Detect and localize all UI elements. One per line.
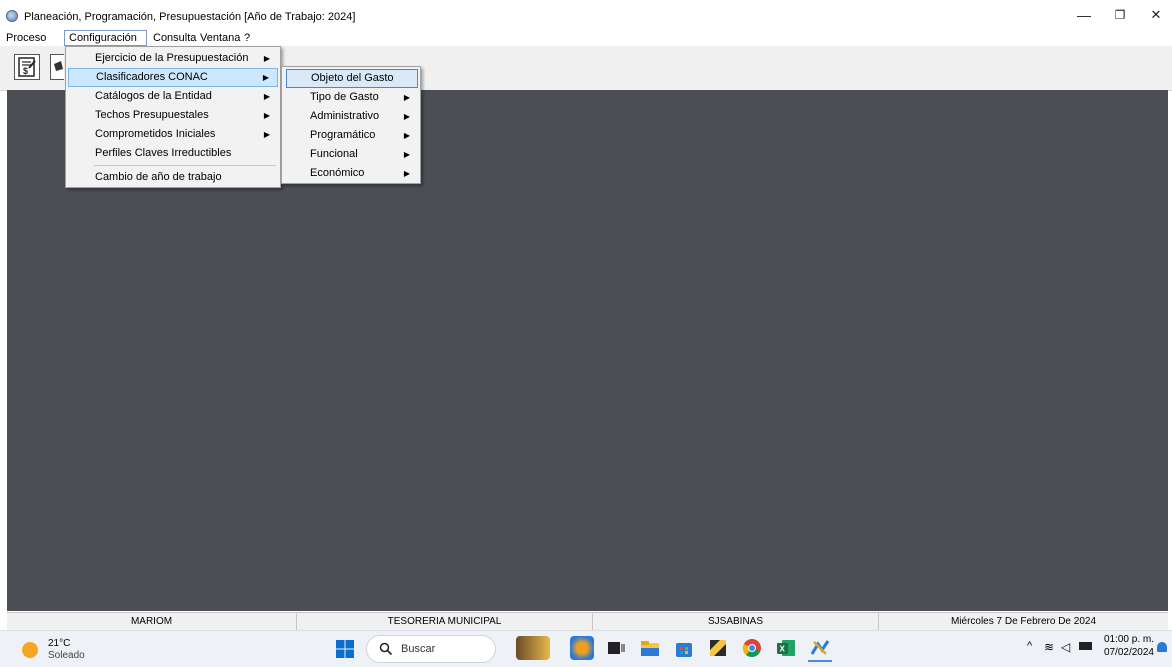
restore-button[interactable]: ❐ (1100, 2, 1140, 28)
submenu-item-economico[interactable]: Económico ▶ (286, 164, 418, 183)
submenu-item-label: Económico (310, 167, 365, 179)
menu-item-label: Comprometidos Iniciales (95, 128, 216, 140)
menu-separator (94, 165, 276, 166)
submenu-arrow-icon: ▶ (403, 150, 410, 159)
menu-configuracion[interactable]: Configuración (64, 30, 147, 46)
status-bar: MARIOM TESORERIA MUNICIPAL SJSABINAS Mié… (7, 612, 1168, 631)
clock-time: 01:00 p. m. (1103, 634, 1154, 645)
submenu-item-programatico[interactable]: Programático ▶ (286, 126, 418, 145)
submenu-arrow-icon: ▶ (403, 112, 410, 121)
store-icon[interactable] (672, 636, 696, 660)
status-server: SJSABINAS (593, 613, 879, 631)
sun-icon (22, 642, 38, 658)
title-bar: Planeación, Programación, Presupuestació… (0, 0, 1172, 30)
window-title: Planeación, Programación, Presupuestació… (24, 11, 356, 23)
document-money-icon: $ (18, 57, 36, 77)
tool-button-2[interactable] (50, 54, 64, 80)
news-widget-icon[interactable] (516, 636, 550, 660)
folder-glyph (641, 641, 659, 656)
weather-widget[interactable]: 21°C Soleado (22, 637, 102, 663)
conac-submenu: Objeto del Gasto Tipo de Gasto ▶ Adminis… (281, 66, 421, 184)
submenu-arrow-icon: ▶ (403, 169, 410, 178)
submenu-item-label: Objeto del Gasto (311, 72, 394, 84)
start-button[interactable] (336, 640, 354, 658)
search-placeholder: Buscar (401, 643, 436, 655)
sticky-glyph (710, 640, 726, 656)
clock[interactable]: 01:00 p. m. 07/02/2024 (1092, 634, 1154, 658)
submenu-arrow-icon: ▶ (263, 92, 270, 101)
task-view-icon[interactable] (604, 636, 628, 660)
ppp-app-icon[interactable] (808, 636, 832, 662)
app-pre-icon[interactable] (570, 636, 594, 660)
menu-item-label: Cambio de año de trabajo (95, 171, 222, 183)
submenu-item-label: Tipo de Gasto (310, 91, 379, 103)
volume-icon[interactable]: ◁ (1061, 640, 1070, 654)
menu-item-label: Clasificadores CONAC (96, 71, 208, 83)
battery-icon[interactable] (1079, 642, 1092, 650)
minimize-button[interactable]: — (1064, 2, 1104, 28)
submenu-item-tipo-gasto[interactable]: Tipo de Gasto ▶ (286, 88, 418, 107)
clock-date: 07/02/2024 (1103, 647, 1154, 658)
submenu-item-objeto-gasto[interactable]: Objeto del Gasto (286, 69, 418, 88)
submenu-arrow-icon: ▶ (263, 54, 270, 63)
excel-icon[interactable]: X (774, 636, 798, 660)
tray-chevron-icon[interactable]: ^ (1027, 640, 1032, 652)
submenu-item-label: Funcional (310, 148, 358, 160)
weather-desc: Soleado (48, 650, 85, 661)
menu-item-perfiles[interactable]: Perfiles Claves Irreductibles (68, 144, 278, 163)
weather-temp: 21°C (48, 638, 71, 649)
ppp-glyph (810, 640, 830, 655)
chrome-glyph (742, 639, 761, 657)
chrome-icon[interactable] (740, 636, 764, 660)
menu-item-label: Ejercicio de la Presupuestación (95, 52, 249, 64)
submenu-arrow-icon: ▶ (403, 93, 410, 102)
app-icon (6, 10, 18, 22)
submenu-arrow-icon: ▶ (403, 131, 410, 140)
submenu-arrow-icon: ▶ (262, 73, 269, 82)
taskbar-search[interactable]: Buscar (366, 635, 496, 663)
svg-text:$: $ (23, 66, 28, 76)
menu-consulta[interactable]: Consulta (149, 30, 200, 46)
menu-item-label: Catálogos de la Entidad (95, 90, 212, 102)
status-user: MARIOM (7, 613, 297, 631)
submenu-item-administrativo[interactable]: Administrativo ▶ (286, 107, 418, 126)
sticky-app-icon[interactable] (706, 636, 730, 660)
svg-text:X: X (780, 645, 786, 654)
status-department: TESORERIA MUNICIPAL (297, 613, 593, 631)
menu-bar: Proceso Configuración Consulta Ventana ? (0, 30, 1172, 46)
close-button[interactable]: ✕ (1136, 2, 1172, 28)
menu-help[interactable]: ? (240, 30, 254, 46)
menu-item-clasificadores-conac[interactable]: Clasificadores CONAC ▶ (68, 68, 278, 87)
file-explorer-icon[interactable] (638, 636, 662, 660)
submenu-item-funcional[interactable]: Funcional ▶ (286, 145, 418, 164)
submenu-arrow-icon: ▶ (263, 111, 270, 120)
menu-item-catalogos[interactable]: Catálogos de la Entidad ▶ (68, 87, 278, 106)
menu-item-techos[interactable]: Techos Presupuestales ▶ (68, 106, 278, 125)
submenu-item-label: Administrativo (310, 110, 380, 122)
menu-item-label: Techos Presupuestales (95, 109, 209, 121)
configuracion-menu: Ejercicio de la Presupuestación ▶ Clasif… (65, 46, 281, 188)
menu-item-label: Perfiles Claves Irreductibles (95, 147, 232, 159)
submenu-item-label: Programático (310, 129, 376, 141)
menu-ventana[interactable]: Ventana (196, 30, 244, 46)
search-icon (379, 642, 393, 656)
tool-icon (54, 61, 63, 71)
presupuesto-tool-button[interactable]: $ (14, 54, 40, 80)
wifi-icon[interactable]: ≋ (1044, 640, 1054, 654)
taskbar: 21°C Soleado Buscar X ^ ≋ ◁ 01:00 p. m. … (0, 630, 1172, 667)
menu-proceso[interactable]: Proceso (2, 30, 50, 46)
notification-bell-icon[interactable] (1157, 642, 1167, 652)
menu-item-comprometidos[interactable]: Comprometidos Iniciales ▶ (68, 125, 278, 144)
task-view-glyph (608, 642, 625, 654)
status-date: Miércoles 7 De Febrero De 2024 (950, 616, 1097, 627)
menu-item-cambio-anio[interactable]: Cambio de año de trabajo (68, 168, 278, 187)
store-glyph (676, 643, 692, 657)
submenu-arrow-icon: ▶ (263, 130, 270, 139)
windows-icon (336, 640, 354, 658)
menu-item-ejercicio[interactable]: Ejercicio de la Presupuestación ▶ (68, 49, 278, 68)
excel-glyph: X (777, 640, 795, 656)
